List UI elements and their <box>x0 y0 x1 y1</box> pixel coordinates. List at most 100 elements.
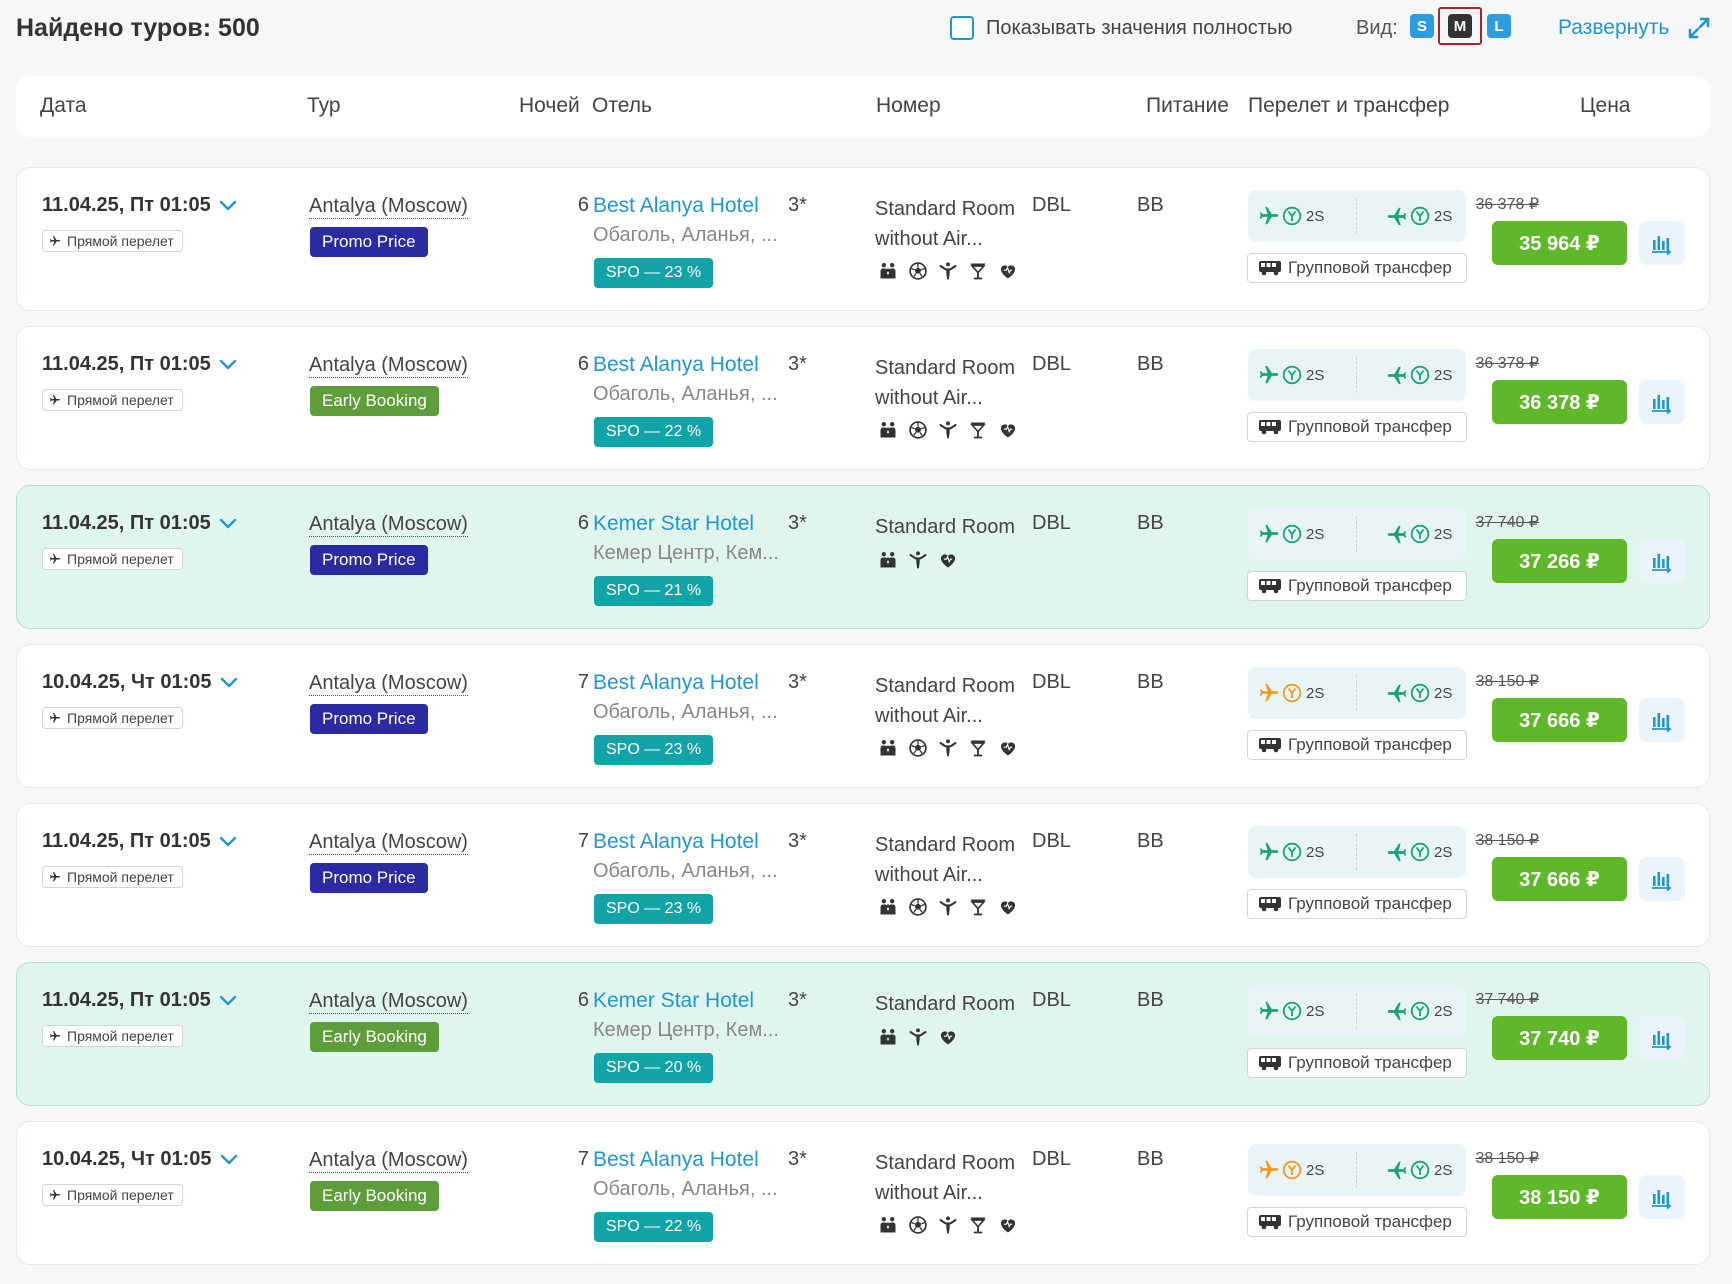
tour-date: 11.04.25, Пт 01:05 <box>42 830 237 853</box>
outbound-flight: 2S <box>1258 826 1324 878</box>
tour-date-text: 11.04.25, Пт 01:05 <box>42 989 211 1011</box>
flight-divider <box>1356 357 1357 393</box>
price-button[interactable]: 36 378 ₽ <box>1492 380 1627 424</box>
tour-name-link[interactable]: Antalya (Moscow) <box>309 194 468 219</box>
promo-badge: Promo Price <box>310 863 428 893</box>
flight-status-icon <box>1410 683 1430 703</box>
chevron-down-icon[interactable] <box>219 836 237 848</box>
chevron-down-icon[interactable] <box>220 1154 238 1166</box>
hotel-link[interactable]: Kemer Star Hotel <box>593 989 754 1013</box>
flight-divider <box>1356 1152 1357 1188</box>
flight-info[interactable]: 2S 2S <box>1248 190 1466 242</box>
price-chart-button[interactable] <box>1639 857 1685 901</box>
spo-badge: SPO — 22 % <box>594 417 714 447</box>
room-occupancy: DBL <box>1032 512 1071 534</box>
price-button[interactable]: 38 150 ₽ <box>1492 1175 1627 1219</box>
column-header-hotel[interactable]: Отель <box>592 94 652 118</box>
bar-chart-icon <box>1652 554 1672 574</box>
nights-count: 6 <box>577 989 589 1011</box>
room-occupancy: DBL <box>1032 353 1071 375</box>
tour-name-link[interactable]: Antalya (Moscow) <box>309 830 468 855</box>
hotel-link[interactable]: Best Alanya Hotel <box>593 194 759 218</box>
chevron-down-icon[interactable] <box>219 995 237 1007</box>
tour-name-link[interactable]: Antalya (Moscow) <box>309 1148 468 1173</box>
plane-outbound-icon <box>1259 683 1279 702</box>
chevron-down-icon[interactable] <box>219 200 237 212</box>
flight-info[interactable]: 2S 2S <box>1248 667 1466 719</box>
column-header-nights[interactable]: Ночей <box>519 94 580 118</box>
column-header-flight[interactable]: Перелет и трансфер <box>1248 94 1449 118</box>
flight-info[interactable]: 2S 2S <box>1248 826 1466 878</box>
flight-status-icon <box>1410 365 1430 385</box>
fitness-icon <box>937 737 959 759</box>
direct-flight-badge: Прямой перелет <box>42 1025 183 1047</box>
chevron-down-icon[interactable] <box>219 518 237 530</box>
price-chart-button[interactable] <box>1639 539 1685 583</box>
price-button[interactable]: 37 666 ₽ <box>1492 857 1627 901</box>
hotel-link[interactable]: Best Alanya Hotel <box>593 830 759 854</box>
flight-divider <box>1356 198 1357 234</box>
room-name-line2: without Air... <box>875 864 983 886</box>
view-size-m-button[interactable]: M <box>1448 14 1472 38</box>
meal-plan: BB <box>1137 353 1164 375</box>
outbound-flight: 2S <box>1258 349 1324 401</box>
hotel-link[interactable]: Best Alanya Hotel <box>593 353 759 377</box>
heart-icon <box>997 737 1019 759</box>
view-size-l-button[interactable]: L <box>1487 14 1511 38</box>
spo-badge: SPO — 21 % <box>594 576 714 606</box>
expand-icon[interactable] <box>1687 16 1711 40</box>
price-button[interactable]: 35 964 ₽ <box>1492 221 1627 265</box>
tour-name-link[interactable]: Antalya (Moscow) <box>309 512 468 537</box>
transfer-badge: Групповой трансфер <box>1247 1048 1467 1078</box>
promo-badge: Promo Price <box>310 545 428 575</box>
chevron-down-icon[interactable] <box>219 359 237 371</box>
column-header-tour[interactable]: Тур <box>307 94 341 118</box>
show-full-label: Показывать значения полностью <box>986 16 1293 39</box>
hotel-location: Обаголь, Аланья, ... <box>593 860 778 882</box>
plane-return-icon <box>1387 525 1407 544</box>
flight-info[interactable]: 2S 2S <box>1248 508 1466 560</box>
plane-icon <box>50 1031 60 1041</box>
tour-date: 11.04.25, Пт 01:05 <box>42 512 237 535</box>
column-header-room[interactable]: Номер <box>876 94 941 118</box>
family-icon <box>877 419 899 441</box>
show-full-toggle[interactable]: Показывать значения полностью <box>950 16 1292 40</box>
tour-row: 11.04.25, Пт 01:05 Прямой перелет Antaly… <box>16 167 1710 311</box>
football-icon <box>907 1214 929 1236</box>
room-name: Standard Room <box>875 512 1015 542</box>
price-button[interactable]: 37 666 ₽ <box>1492 698 1627 742</box>
price-chart-button[interactable] <box>1639 698 1685 742</box>
chevron-down-icon[interactable] <box>220 677 238 689</box>
meal-plan: BB <box>1137 989 1164 1011</box>
column-header-price[interactable]: Цена <box>1580 94 1631 118</box>
price-chart-button[interactable] <box>1639 380 1685 424</box>
hotel-link[interactable]: Best Alanya Hotel <box>593 671 759 695</box>
flight-info[interactable]: 2S 2S <box>1248 1144 1466 1196</box>
tour-name-link[interactable]: Antalya (Moscow) <box>309 989 468 1014</box>
family-icon <box>877 549 899 571</box>
flight-info[interactable]: 2S 2S <box>1248 985 1466 1037</box>
return-flight: 2S <box>1386 667 1452 719</box>
hotel-link[interactable]: Kemer Star Hotel <box>593 512 754 536</box>
transfer-label: Групповой трансфер <box>1288 258 1452 277</box>
price-chart-button[interactable] <box>1639 1016 1685 1060</box>
return-flight: 2S <box>1386 349 1452 401</box>
meal-plan: BB <box>1137 830 1164 852</box>
price-button[interactable]: 37 266 ₽ <box>1492 539 1627 583</box>
spo-badge: SPO — 23 % <box>594 735 714 765</box>
flight-status-icon <box>1410 524 1430 544</box>
show-full-checkbox[interactable] <box>950 16 974 40</box>
price-chart-button[interactable] <box>1639 1175 1685 1219</box>
flight-info[interactable]: 2S 2S <box>1248 349 1466 401</box>
column-header-date[interactable]: Дата <box>40 94 87 118</box>
transfer-label: Групповой трансфер <box>1288 576 1452 595</box>
hotel-location: Кемер Центр, Кем... <box>593 542 779 564</box>
column-header-meal[interactable]: Питание <box>1146 94 1229 118</box>
price-chart-button[interactable] <box>1639 221 1685 265</box>
expand-link[interactable]: Развернуть <box>1558 16 1669 40</box>
price-button[interactable]: 37 740 ₽ <box>1492 1016 1627 1060</box>
tour-name-link[interactable]: Antalya (Moscow) <box>309 353 468 378</box>
hotel-link[interactable]: Best Alanya Hotel <box>593 1148 759 1172</box>
tour-name-link[interactable]: Antalya (Moscow) <box>309 671 468 696</box>
view-size-s-button[interactable]: S <box>1410 14 1434 38</box>
